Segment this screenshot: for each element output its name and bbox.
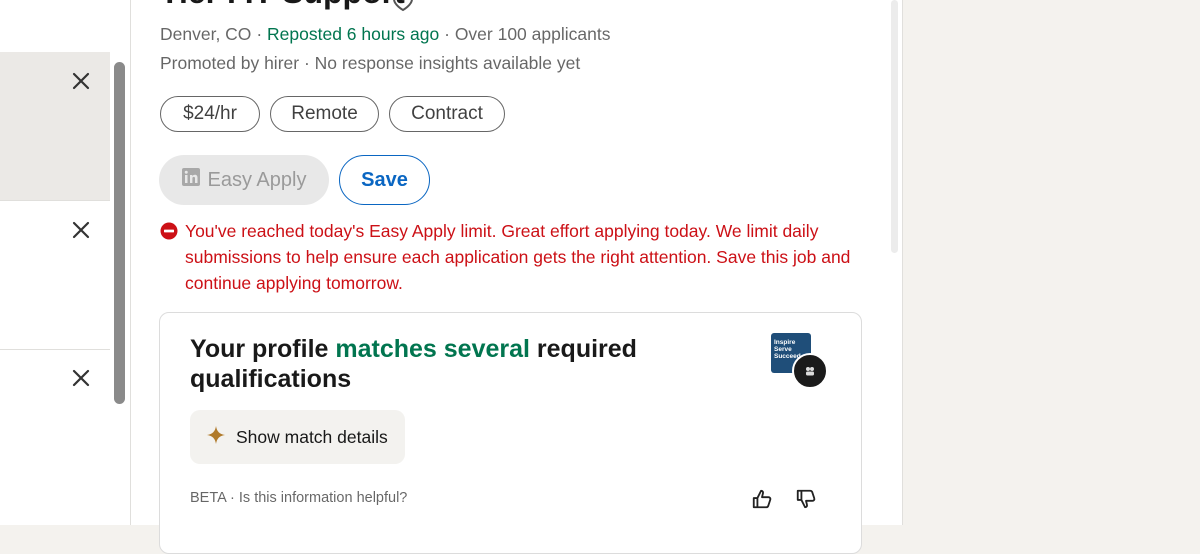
job-list-item[interactable] <box>0 349 110 525</box>
easy-apply-limit-message: You've reached today's Easy Apply limit.… <box>185 221 851 293</box>
job-meta-line-2: Promoted by hirer · No response insights… <box>160 53 580 74</box>
separator: · <box>444 24 450 44</box>
applicant-count: Over 100 applicants <box>454 24 611 44</box>
reposted-time: Reposted 6 hours ago <box>267 24 440 44</box>
separator: · <box>303 53 310 73</box>
helpful-question: Is this information helpful? <box>238 490 408 506</box>
job-list-item[interactable] <box>0 52 110 201</box>
thumbs-up-icon[interactable] <box>750 486 774 512</box>
response-insights: No response insights available yet <box>314 53 581 73</box>
close-icon[interactable] <box>70 367 92 389</box>
close-icon[interactable] <box>70 219 92 241</box>
sparkle-icon <box>206 425 226 450</box>
show-match-details-label: Show match details <box>236 426 388 447</box>
verified-icon <box>390 0 416 17</box>
job-title: Tier I IT Support <box>160 0 405 11</box>
job-meta-line: Denver, CO · Reposted 6 hours ago · Over… <box>160 24 610 45</box>
detail-scrollbar[interactable] <box>889 0 901 255</box>
error-icon <box>160 222 178 245</box>
close-icon[interactable] <box>70 70 92 92</box>
feedback-prompt: BETA · Is this information helpful? <box>190 490 407 506</box>
match-title-highlight: matches several <box>335 335 530 363</box>
show-match-details-button[interactable]: Show match details <box>190 410 405 464</box>
match-card-title: Your profile matches several required qu… <box>190 334 710 394</box>
divider <box>902 0 903 525</box>
workplace-pill[interactable]: Remote <box>270 96 379 132</box>
avatar <box>792 353 828 389</box>
match-title-prefix: Your profile <box>190 335 336 363</box>
job-list-item[interactable] <box>0 200 110 350</box>
save-button[interactable]: Save <box>339 155 430 205</box>
beta-badge: BETA <box>190 490 226 506</box>
separator: · <box>230 490 235 506</box>
thumbs-down-icon[interactable] <box>794 486 818 512</box>
job-list-scrollbar-thumb[interactable] <box>114 62 125 404</box>
separator: · <box>256 24 263 44</box>
linkedin-icon <box>181 168 200 192</box>
salary-pill[interactable]: $24/hr <box>160 96 260 132</box>
job-list-column <box>0 0 111 525</box>
detail-scrollbar-thumb[interactable] <box>891 0 898 253</box>
easy-apply-button[interactable]: Easy Apply <box>159 155 329 205</box>
easy-apply-label: Easy Apply <box>207 168 307 191</box>
job-location: Denver, CO <box>160 24 252 44</box>
job-type-pill[interactable]: Contract <box>389 96 505 132</box>
promoted-label: Promoted by hirer <box>160 53 300 73</box>
job-list-item[interactable] <box>0 0 110 53</box>
